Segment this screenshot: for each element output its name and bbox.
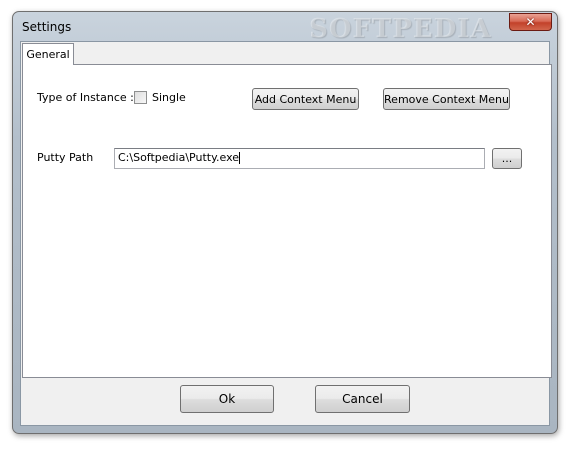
title-bar[interactable]: SOFTPEDIA Settings ✕: [13, 12, 557, 44]
ok-button[interactable]: Ok: [180, 385, 274, 413]
add-context-menu-button[interactable]: Add Context Menu: [252, 88, 359, 110]
instance-type-label: Type of Instance :: [37, 91, 134, 104]
dialog-body: General Type of Instance : Single Add Co…: [20, 41, 552, 426]
text-caret: [239, 152, 241, 164]
settings-window: SOFTPEDIA Settings ✕ General Type of Ins…: [12, 11, 558, 434]
browse-button-label: ...: [501, 152, 513, 165]
single-checkbox[interactable]: [134, 91, 147, 104]
close-icon: ✕: [525, 15, 536, 29]
watermark: SOFTPEDIA: [309, 14, 492, 44]
close-button[interactable]: ✕: [509, 13, 552, 31]
add-context-menu-label: Add Context Menu: [254, 92, 357, 106]
browse-button[interactable]: ...: [492, 148, 522, 169]
cancel-button-label: Cancel: [342, 392, 383, 406]
cancel-button[interactable]: Cancel: [315, 385, 410, 413]
tab-general[interactable]: General: [22, 43, 74, 65]
remove-context-menu-label: Remove Context Menu: [384, 92, 509, 106]
window-title: Settings: [22, 20, 72, 34]
remove-context-menu-button[interactable]: Remove Context Menu: [383, 88, 510, 110]
putty-path-input[interactable]: C:\Softpedia\Putty.exe: [114, 148, 485, 169]
general-tab-panel: Type of Instance : Single Add Context Me…: [22, 64, 552, 378]
tab-general-label: General: [26, 48, 70, 61]
ok-button-label: Ok: [218, 392, 236, 406]
putty-path-label: Putty Path: [37, 151, 94, 164]
putty-path-value: C:\Softpedia\Putty.exe: [118, 151, 240, 164]
single-checkbox-label[interactable]: Single: [152, 91, 186, 104]
